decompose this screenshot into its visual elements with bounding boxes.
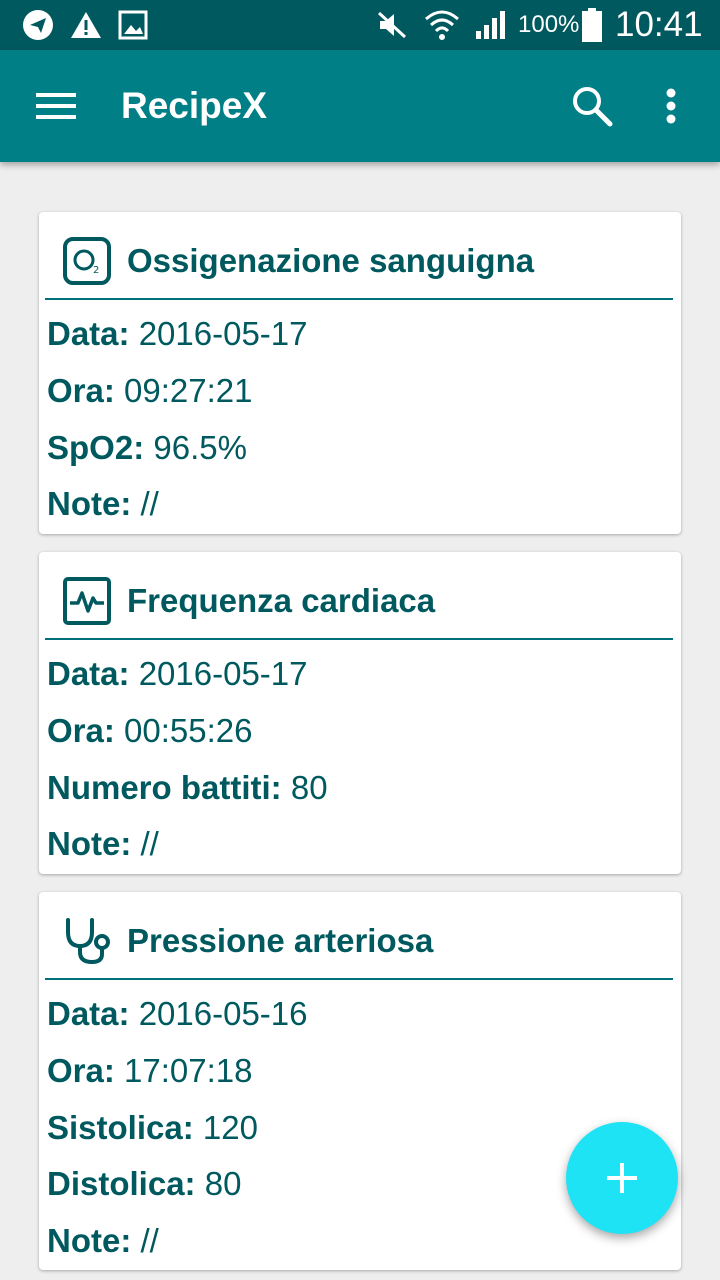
wifi-icon xyxy=(424,0,460,50)
field-systolic: Sistolica: 120 xyxy=(47,1103,258,1153)
field-value: 00:55:26 xyxy=(124,712,253,749)
svg-text:2: 2 xyxy=(93,265,99,276)
field-value: 120 xyxy=(202,1109,258,1146)
field-beats: Numero battiti: 80 xyxy=(47,763,328,813)
field-value: 09:27:21 xyxy=(124,372,253,409)
app-bar: RecipeX xyxy=(0,50,720,162)
field-label: SpO2: xyxy=(47,429,145,466)
field-label: Note: xyxy=(47,825,132,862)
card-title: Pressione arteriosa xyxy=(127,922,434,959)
status-bar: 100% 10:41 xyxy=(0,0,720,50)
heart-rate-icon xyxy=(62,576,112,626)
field-spo2: SpO2: 96.5% xyxy=(47,423,247,473)
field-label: Numero battiti: xyxy=(47,769,282,806)
card-header: Frequenza cardiaca xyxy=(39,552,681,640)
field-value: // xyxy=(140,485,159,522)
field-value: 2016-05-17 xyxy=(138,315,308,352)
card-header: 2 Ossigenazione sanguigna xyxy=(39,212,681,300)
field-label: Note: xyxy=(47,485,132,522)
card-heart-rate[interactable]: Frequenza cardiaca Data: 2016-05-17 Ora:… xyxy=(39,552,681,874)
search-icon xyxy=(573,87,613,127)
field-value: 2016-05-16 xyxy=(138,995,308,1032)
field-value: // xyxy=(140,825,159,862)
battery-percent: 100% xyxy=(518,11,580,38)
more-options-button[interactable] xyxy=(646,50,696,162)
card-header: Pressione arteriosa xyxy=(39,892,681,980)
field-date: Data: 2016-05-16 xyxy=(47,989,308,1039)
field-time: Ora: 09:27:21 xyxy=(47,366,253,416)
add-icon xyxy=(607,1163,637,1193)
field-date: Data: 2016-05-17 xyxy=(47,649,308,699)
field-label: Data: xyxy=(47,655,130,692)
warning-icon xyxy=(70,0,102,50)
mute-icon xyxy=(376,0,408,50)
field-notes: Note: // xyxy=(47,1216,159,1266)
more-vert-icon xyxy=(666,88,676,124)
field-label: Distolica: xyxy=(47,1165,196,1202)
field-label: Ora: xyxy=(47,1052,115,1089)
card-title: Ossigenazione sanguigna xyxy=(127,242,535,279)
field-date: Data: 2016-05-17 xyxy=(47,309,308,359)
field-time: Ora: 17:07:18 xyxy=(47,1046,253,1096)
menu-icon xyxy=(36,93,76,119)
divider xyxy=(45,978,673,980)
field-label: Note: xyxy=(47,1222,132,1259)
battery-icon xyxy=(582,0,602,50)
menu-button[interactable] xyxy=(24,50,88,162)
image-icon xyxy=(118,0,148,50)
field-label: Ora: xyxy=(47,712,115,749)
field-value: 17:07:18 xyxy=(124,1052,253,1089)
field-value: 96.5% xyxy=(153,429,247,466)
field-time: Ora: 00:55:26 xyxy=(47,706,253,756)
clock: 10:41 xyxy=(615,5,703,44)
field-label: Data: xyxy=(47,315,130,352)
field-value: 2016-05-17 xyxy=(138,655,308,692)
field-value: // xyxy=(140,1222,159,1259)
divider xyxy=(45,298,673,300)
field-label: Sistolica: xyxy=(47,1109,194,1146)
search-button[interactable] xyxy=(560,50,624,162)
divider xyxy=(45,638,673,640)
telegram-icon xyxy=(22,0,54,50)
field-value: 80 xyxy=(290,769,328,806)
field-notes: Note: // xyxy=(47,819,159,869)
add-measurement-fab[interactable] xyxy=(566,1122,678,1234)
app-title: RecipeX xyxy=(121,85,268,126)
card-title: Frequenza cardiaca xyxy=(127,582,436,619)
stethoscope-icon xyxy=(62,916,112,966)
field-value: 80 xyxy=(204,1165,242,1202)
field-label: Ora: xyxy=(47,372,115,409)
signal-icon xyxy=(474,0,508,50)
field-diastolic: Distolica: 80 xyxy=(47,1159,241,1209)
field-label: Data: xyxy=(47,995,130,1032)
field-notes: Note: // xyxy=(47,479,159,529)
card-blood-oxygenation[interactable]: 2 Ossigenazione sanguigna Data: 2016-05-… xyxy=(39,212,681,534)
oxygen-icon: 2 xyxy=(62,236,112,286)
